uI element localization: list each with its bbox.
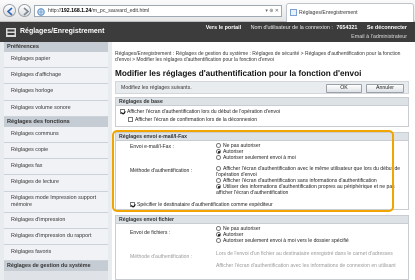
sidebar-item-clock[interactable]: Réglages horloge (4, 84, 108, 101)
basic-settings-header: Réglages de base (116, 98, 408, 106)
address-bar[interactable]: http://192.168.1.24/m_pc_sauvard_edit.ht… (34, 5, 282, 17)
logout-link[interactable]: Se déconnecter (367, 25, 407, 31)
radio-file-self[interactable] (216, 238, 221, 243)
app-header: Réglages/Enregistrement Vers le portail … (0, 22, 415, 42)
file-method-opt1[interactable]: Lors de l'envoi d'un fichier au destinat… (216, 251, 406, 258)
file-method-opt2[interactable]: Afficher l'écran d'authentification avec… (216, 263, 406, 270)
sidebar-section-system[interactable]: Réglages de gestion du système (4, 261, 108, 272)
sidebar-item-favorites[interactable]: Réglages favoris (4, 244, 108, 262)
show-auth-start-row[interactable]: Afficher l'écran d'authentification lors… (120, 109, 280, 115)
sidebar-item-display[interactable]: Réglages d'affichage (4, 68, 108, 85)
login-label: Nom d'utilisateur de la connexion : (250, 25, 333, 31)
ok-button[interactable]: OK (326, 84, 362, 93)
file-send-option[interactable]: Autoriser seulement envoi à moi vers le … (216, 238, 349, 244)
show-auth-start-label: Afficher l'écran d'authentification lors… (127, 109, 281, 115)
tab-title: Réglages/Enregistrement (299, 10, 358, 16)
file-send-header: Réglages envoi fichier (116, 216, 408, 224)
sidebar-item-volume[interactable]: Réglages volume sonore (4, 100, 108, 117)
radio-file-deny[interactable] (216, 226, 221, 231)
settings-logo-icon (6, 28, 16, 37)
address-tools[interactable]: ▾ ⊕ ✕ (265, 8, 279, 14)
confirm-logout-checkbox[interactable] (128, 117, 133, 122)
browser-tab[interactable]: Réglages/Enregistrement (286, 3, 414, 22)
sidebar-item-memory-print[interactable]: Réglages mode Impression support mémoire (4, 191, 108, 213)
basic-settings-section: Réglages de base Afficher l'écran d'auth… (115, 97, 409, 127)
forward-button[interactable] (18, 4, 31, 17)
admin-email-link[interactable]: Email à l'administrateur (351, 34, 407, 40)
sidebar-item-fax[interactable]: Réglages fax (4, 159, 108, 176)
page-title: Modifier les réglages d'authentification… (115, 69, 362, 78)
toolbar-hint: Modifiez les réglages suivants. (121, 85, 192, 91)
login-user: 7654321 (336, 25, 358, 31)
radio-file-allow[interactable] (216, 232, 221, 237)
browser-toolbar: http://192.168.1.24/m_pc_sauvard_edit.ht… (0, 0, 415, 22)
back-arrow-icon (6, 7, 13, 16)
app-title: Réglages/Enregistrement (20, 28, 105, 35)
sidebar-item-report-print[interactable]: Réglages d'impression du rapport (4, 228, 108, 245)
sidebar-item-copy[interactable]: Réglages copie (4, 142, 108, 160)
sidebar-item-paper[interactable]: Réglages papier (4, 52, 108, 69)
url-text: http://192.168.1.24/m_pc_sauvard_edit.ht… (48, 8, 150, 14)
show-auth-start-checkbox[interactable] (120, 109, 125, 114)
action-toolbar: Modifiez les réglages suivants. OK Annul… (115, 81, 409, 94)
sidebar-item-scan[interactable]: Réglages de lecture (4, 175, 108, 192)
confirm-logout-row[interactable]: Afficher l'écran de confirmation lors de… (128, 117, 257, 123)
file-send-section: Réglages envoi fichier Envoi de fichiers… (115, 215, 409, 280)
file-self-label: Autoriser seulement envoi à moi vers le … (223, 238, 349, 244)
breadcrumb[interactable]: Réglages/Enregistrement : Réglages de ge… (115, 51, 411, 63)
top-links: Vers le portail Nom d'utilisateur de la … (198, 25, 407, 31)
sidebar-section-preferences: Préférences (4, 42, 108, 52)
sidebar: Préférences Réglages papier Réglages d'a… (4, 42, 108, 280)
file-send-label: Envoi de fichiers : (130, 230, 171, 236)
file-method-label: Méthode d'authentification : (130, 254, 193, 260)
page-icon (290, 9, 297, 16)
globe-icon (37, 8, 45, 16)
highlight-frame (112, 130, 394, 212)
sidebar-section-functions: Réglages des fonctions (4, 116, 108, 127)
sidebar-item-common[interactable]: Réglages communs (4, 126, 108, 143)
sidebar-item-print[interactable]: Réglages d'impression (4, 212, 108, 229)
confirm-logout-label: Afficher l'écran de confirmation lors de… (135, 117, 258, 123)
portal-link[interactable]: Vers le portail (206, 25, 241, 31)
forward-arrow-icon (23, 7, 30, 16)
back-button[interactable] (3, 4, 16, 17)
cancel-button[interactable]: Annuler (366, 84, 404, 93)
